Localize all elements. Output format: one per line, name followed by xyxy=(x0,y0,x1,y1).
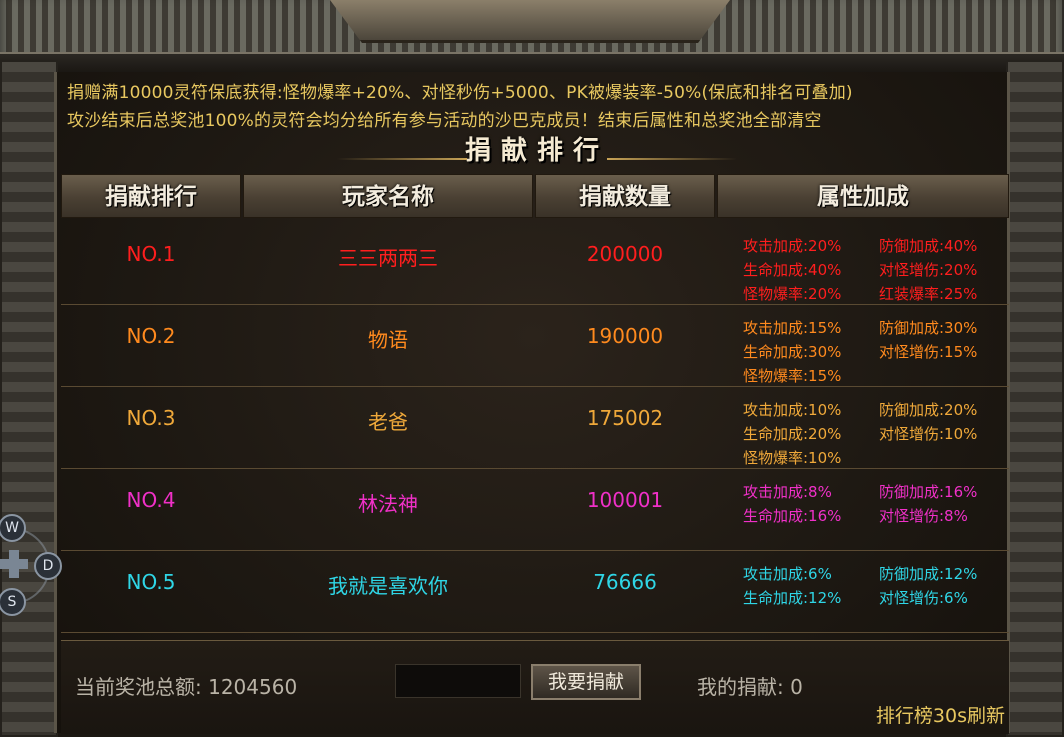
attribute-bonus: 防御加成:16% xyxy=(879,483,978,501)
right-frame xyxy=(1006,60,1064,737)
movement-controls: W D S xyxy=(0,512,70,622)
my-donation: 我的捐献: 0 xyxy=(697,675,803,699)
attribute-bonus: 对怪增伤:15% xyxy=(879,343,978,361)
header-attribute-bonus: 属性加成 xyxy=(717,174,1009,218)
attribute-bonus: 怪物爆率:20% xyxy=(743,285,842,303)
left-frame xyxy=(0,60,58,737)
attribute-bonus: 攻击加成:8% xyxy=(743,483,832,501)
attribute-bonus: 红装爆率:25% xyxy=(879,285,978,303)
header-rank: 捐献排行 xyxy=(61,174,241,218)
roof-ornament xyxy=(330,0,730,43)
attribute-bonus: 生命加成:16% xyxy=(743,507,842,525)
dpad-icon[interactable] xyxy=(0,550,28,578)
panel-footer: 当前奖池总额: 1204560 我要捐献 我的捐献: 0 排行榜30s刷新 xyxy=(61,640,1009,734)
notice-line-1: 捐赠满10000灵符保底获得:怪物爆率+20%、对怪秒伤+5000、PK被爆装率… xyxy=(67,83,853,103)
amount-cell: 100001 xyxy=(586,488,664,512)
table-row: NO.2 物语 190000 攻击加成:15% 防御加成:30% 生命加成:30% 对怪增伤… xyxy=(61,304,1009,387)
amount-cell: 175002 xyxy=(586,406,664,430)
attribute-bonus: 生命加成:20% xyxy=(743,425,842,443)
attribute-bonus: 攻击加成:15% xyxy=(743,319,842,337)
key-d-button[interactable]: D xyxy=(34,552,62,580)
attribute-bonus: 防御加成:20% xyxy=(879,401,978,419)
roof-border xyxy=(0,0,1064,81)
player-name-cell: 我就是喜欢你 xyxy=(328,574,448,598)
attribute-bonus: 生命加成:30% xyxy=(743,343,842,361)
notice-line-2: 攻沙结束后总奖池100%的灵符会均分给所有参与活动的沙巴克成员！结束后属性和总奖… xyxy=(67,111,822,131)
key-s-button[interactable]: S xyxy=(0,588,26,616)
amount-cell: 190000 xyxy=(586,324,664,348)
header-player-name: 玩家名称 xyxy=(243,174,533,218)
attribute-bonus: 防御加成:40% xyxy=(879,237,978,255)
rank-cell: NO.2 xyxy=(126,324,176,348)
attribute-bonus: 攻击加成:10% xyxy=(743,401,842,419)
attribute-bonus: 对怪增伤:6% xyxy=(879,589,968,607)
panel-title-wrap: 捐献排行 xyxy=(337,130,727,166)
attribute-bonus: 攻击加成:20% xyxy=(743,237,842,255)
attribute-bonus: 生命加成:12% xyxy=(743,589,842,607)
table-row: NO.1 三三两两三 200000 攻击加成:20% 防御加成:40% 生命加成:40% 对… xyxy=(61,222,1009,305)
table-row: NO.3 老爸 175002 攻击加成:10% 防御加成:20% 生命加成:20% 对怪增伤… xyxy=(61,386,1009,469)
attribute-bonus: 对怪增伤:8% xyxy=(879,507,968,525)
player-name-cell: 林法神 xyxy=(358,492,418,516)
player-name-cell: 三三两两三 xyxy=(338,246,438,270)
player-name-cell: 老爸 xyxy=(368,410,408,434)
donate-button[interactable]: 我要捐献 xyxy=(531,664,641,700)
table-row: NO.4 林法神 100001 攻击加成:8% 防御加成:16% 生命加成:16% 对怪增伤… xyxy=(61,468,1009,551)
prize-pool-total: 当前奖池总额: 1204560 xyxy=(75,675,298,699)
attribute-bonus: 生命加成:40% xyxy=(743,261,842,279)
refresh-note: 排行榜30s刷新 xyxy=(875,705,1005,727)
attribute-bonus: 防御加成:30% xyxy=(879,319,978,337)
attribute-bonus: 对怪增伤:20% xyxy=(879,261,978,279)
rank-cell: NO.5 xyxy=(126,570,176,594)
rank-cell: NO.4 xyxy=(126,488,176,512)
donation-ranking-panel: 捐赠满10000灵符保底获得:怪物爆率+20%、对怪秒伤+5000、PK被爆装率… xyxy=(54,72,1010,734)
attribute-bonus: 对怪增伤:10% xyxy=(879,425,978,443)
panel-title: 捐献排行 xyxy=(464,136,609,166)
donation-amount-input[interactable] xyxy=(395,664,521,698)
attribute-bonus: 怪物爆率:10% xyxy=(743,449,842,467)
rank-cell: NO.1 xyxy=(126,242,176,266)
header-amount: 捐献数量 xyxy=(535,174,715,218)
table-row: NO.5 我就是喜欢你 76666 攻击加成:6% 防御加成:12% 生命加成:12% 对怪… xyxy=(61,550,1009,633)
amount-cell: 76666 xyxy=(593,570,657,594)
rank-cell: NO.3 xyxy=(126,406,176,430)
table-header: 捐献排行 玩家名称 捐献数量 属性加成 xyxy=(61,174,1009,218)
player-name-cell: 物语 xyxy=(368,328,408,352)
attribute-bonus: 防御加成:12% xyxy=(879,565,978,583)
attribute-bonus: 怪物爆率:15% xyxy=(743,367,842,385)
amount-cell: 200000 xyxy=(586,242,664,266)
attribute-bonus: 攻击加成:6% xyxy=(743,565,832,583)
